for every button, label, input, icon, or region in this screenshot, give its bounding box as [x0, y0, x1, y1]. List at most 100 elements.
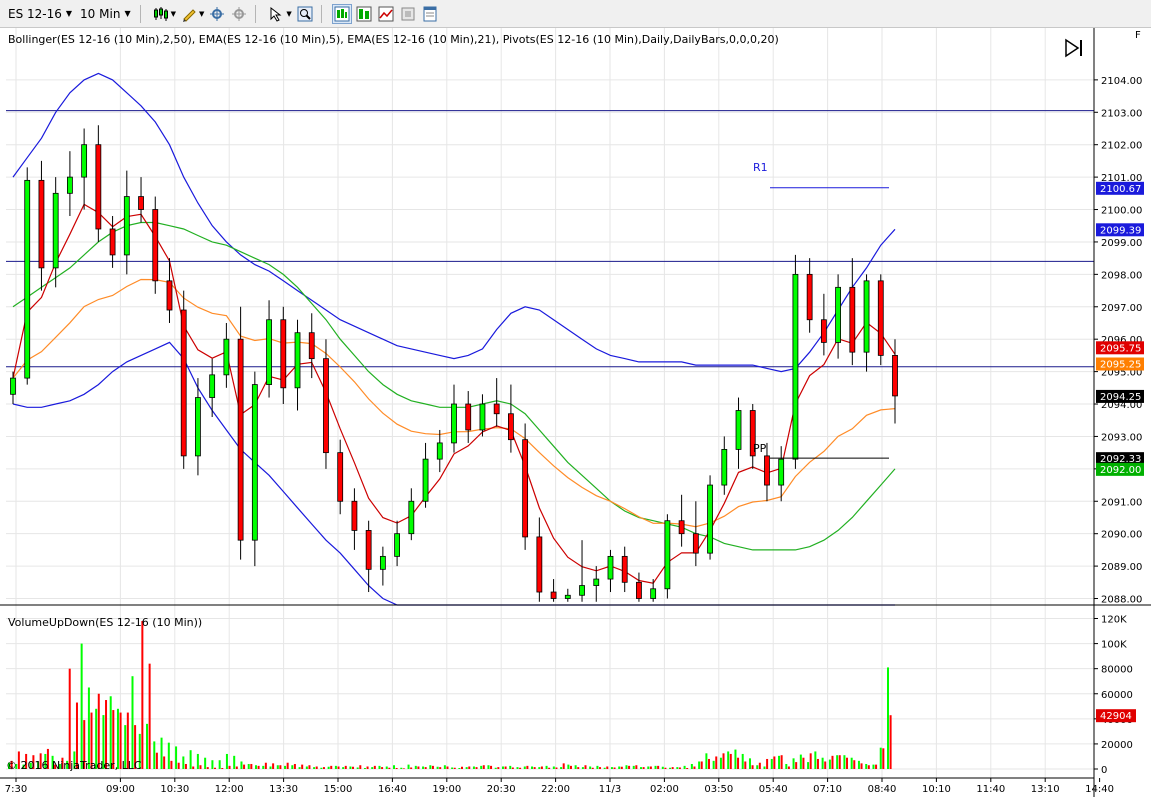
global-crosshair-button[interactable] [229, 4, 249, 24]
volume-down-bar [366, 766, 369, 769]
candle-body [24, 179, 31, 379]
volume-up-bar [393, 765, 396, 769]
volume-up-bar [879, 747, 882, 769]
candle-body [394, 533, 400, 557]
instrument-selector[interactable]: ES 12-16 ▼ [4, 4, 76, 24]
pointer-button[interactable] [266, 4, 286, 24]
candle-body [692, 533, 699, 554]
interval-label: 10 Min [80, 6, 121, 21]
volume-down-bar [860, 763, 863, 769]
drawing-tools-button[interactable] [179, 4, 199, 24]
x-tick-label: 22:00 [541, 784, 570, 795]
volume-down-bar [555, 767, 558, 769]
volume-up-bar [632, 765, 635, 769]
volume-down-bar [838, 755, 841, 769]
x-tick-label: 13:30 [269, 784, 298, 795]
volume-up-bar [698, 761, 701, 769]
candle-body [579, 585, 585, 596]
volume-down-bar [620, 766, 623, 769]
volume-down-bar [504, 766, 507, 769]
volume-up-bar [254, 765, 257, 769]
volume-up-bar [240, 761, 243, 769]
price-tag-label: 2100.67 [1100, 184, 1141, 195]
chevron-down-icon[interactable]: ▼ [171, 10, 176, 18]
volume-up-bar [531, 766, 534, 769]
chart-trader-button[interactable] [354, 4, 374, 24]
candle-body [38, 179, 45, 269]
x-tick-label: 11/3 [599, 784, 621, 795]
volume-down-bar [867, 765, 870, 769]
x-tick-label: 03:50 [704, 784, 733, 795]
chevron-down-icon[interactable]: ▼ [286, 10, 291, 18]
data-box-button[interactable] [331, 3, 352, 24]
volume-up-bar [770, 758, 773, 769]
volume-up-bar [291, 765, 294, 769]
candle-body [650, 588, 657, 599]
volume-down-bar [511, 767, 514, 769]
strategies-button[interactable] [398, 4, 418, 24]
volume-down-bar [170, 760, 173, 769]
global-crosshair-icon [232, 6, 247, 21]
volume-up-bar [458, 767, 461, 769]
volume-down-bar [359, 765, 362, 769]
volume-up-bar [661, 766, 664, 769]
indicators-button[interactable] [376, 4, 396, 24]
volume-up-bar [371, 767, 374, 769]
volume-up-bar [560, 767, 563, 769]
volume-down-bar [308, 765, 311, 769]
candlestick-style-button[interactable] [151, 4, 171, 24]
volume-up-bar [574, 765, 577, 769]
volume-down-bar [526, 765, 529, 769]
volume-down-bar [773, 756, 776, 769]
volume-down-bar [577, 767, 580, 769]
volume-up-bar [189, 750, 192, 769]
candle-body [735, 410, 742, 450]
chart-area[interactable]: 2104.002103.002102.002101.002100.002099.… [0, 28, 1151, 797]
candle-body [593, 578, 600, 586]
volume-down-bar [424, 767, 427, 769]
volume-up-bar [465, 767, 468, 769]
volume-down-bar [177, 762, 180, 769]
volume-down-bar [410, 767, 413, 769]
candle-body [95, 144, 102, 230]
volume-up-bar [821, 757, 824, 769]
price-tag-label: 2092.00 [1100, 465, 1141, 476]
volume-up-bar [494, 767, 497, 769]
candle-body [379, 555, 386, 570]
volume-down-bar [293, 763, 296, 769]
candle-body [451, 403, 457, 444]
volume-down-bar [744, 761, 747, 769]
volume-down-bar [795, 762, 798, 769]
volume-down-bar [214, 767, 217, 769]
volume-last-tag-label: 42904 [1100, 711, 1132, 722]
copyright-label: © 2016 NinjaTrader, LLC [6, 759, 142, 772]
volume-down-bar [468, 766, 471, 769]
volume-up-bar [705, 753, 708, 769]
interval-selector[interactable]: 10 Min ▼ [76, 4, 135, 24]
properties-button[interactable] [420, 4, 440, 24]
zoom-button[interactable] [295, 4, 315, 24]
volume-down-bar [388, 767, 391, 769]
r1-label: R1 [753, 161, 768, 174]
pp-label: PP [753, 442, 767, 455]
volume-tag: 42904 [1096, 709, 1136, 723]
y-tick-label: 2099.00 [1101, 238, 1142, 249]
play-end-icon [1065, 38, 1082, 58]
volume-down-bar [184, 763, 187, 769]
crosshair-button[interactable] [207, 4, 227, 24]
chevron-down-icon[interactable]: ▼ [199, 10, 204, 18]
volume-down-bar [787, 766, 790, 769]
volume-up-bar [196, 753, 199, 769]
volume-up-bar [211, 760, 214, 769]
volume-up-bar [182, 756, 185, 769]
candle-body [820, 319, 827, 343]
candle-body [564, 594, 571, 599]
candle-body [636, 581, 642, 599]
volume-down-bar [584, 765, 587, 769]
volume-up-bar [610, 767, 613, 769]
scroll-to-end-button[interactable] [1063, 38, 1085, 58]
volume-down-bar [707, 758, 710, 769]
volume-tick-label: 60000 [1101, 690, 1133, 701]
candle-body [479, 403, 486, 431]
chart-toolbar: ES 12-16 ▼ 10 Min ▼ ▼ ▼ ▼ [0, 0, 1151, 28]
